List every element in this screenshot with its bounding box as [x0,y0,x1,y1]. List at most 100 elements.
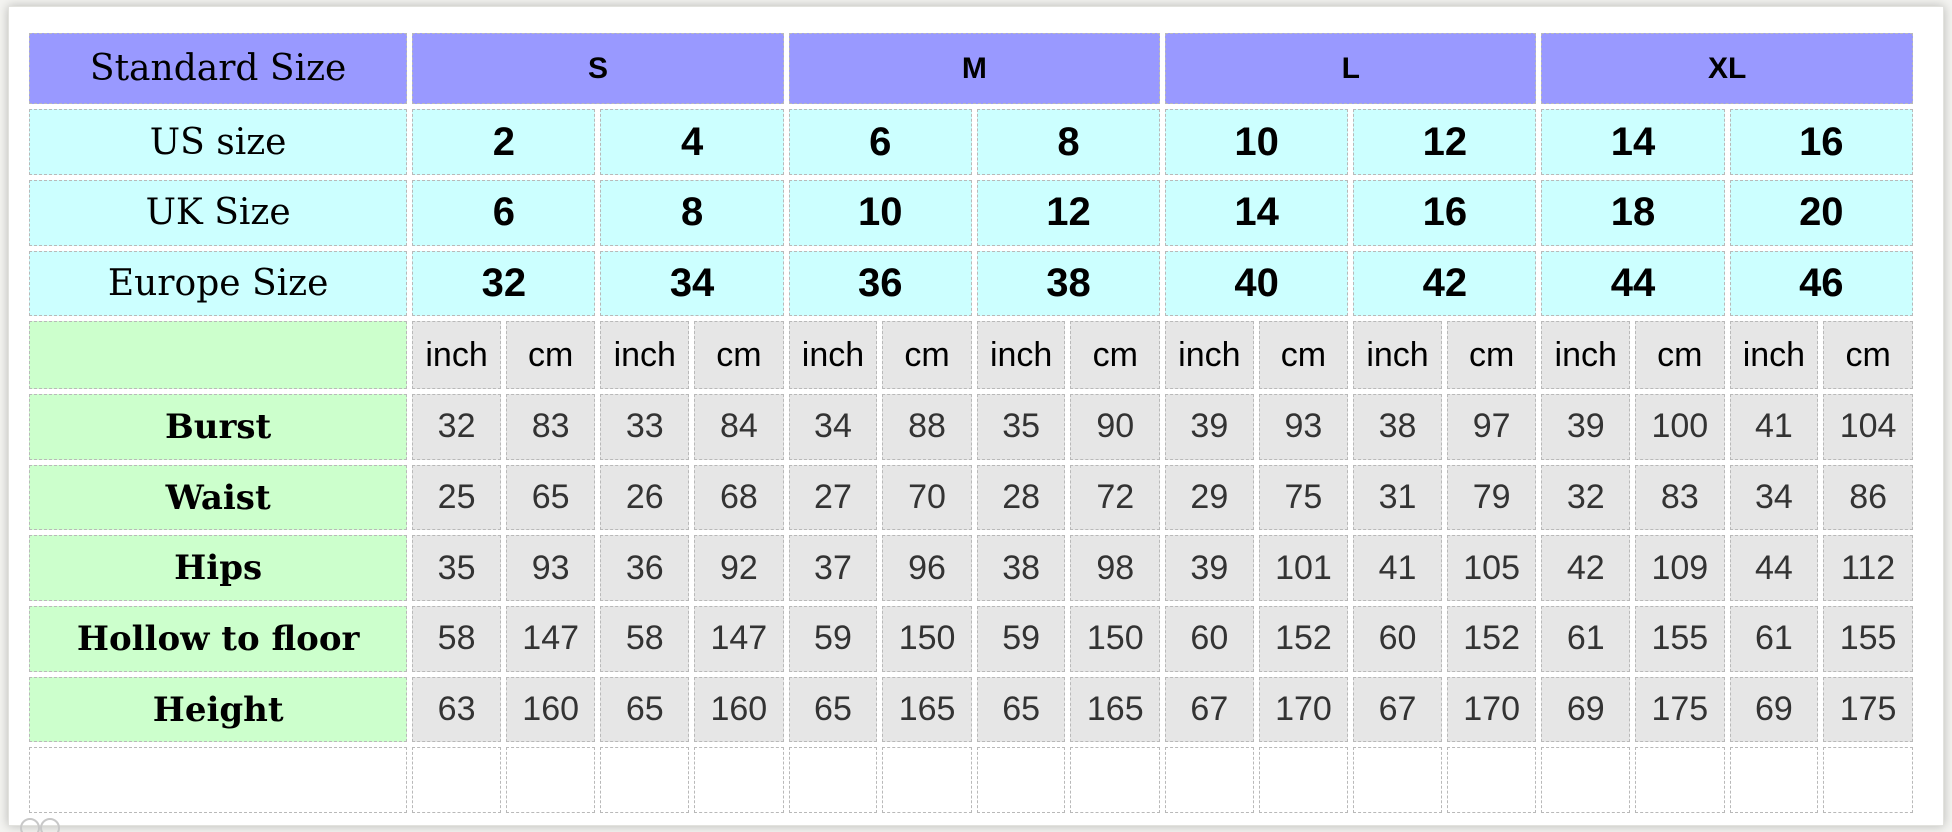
measurement-value-cell: 100 [1635,394,1725,460]
size-value-cell: 40 [1165,250,1349,317]
measurement-value-cell: 84 [694,394,784,460]
size-value-cell: 18 [1541,179,1725,246]
unit-inch-cell: inch [1353,321,1442,390]
measurement-value-cell: 59 [788,606,878,672]
measurement-value-cell: 35 [976,394,1066,460]
size-value-cell: 6 [412,179,596,246]
measurement-value-cell: 147 [694,606,784,672]
unit-row: inch cm inch cm inch cm inch cm inch cm inch cm inch… [29,321,1913,390]
measurement-value-cell: 31 [1353,464,1442,531]
size-chart-table: Standard Size S M L XL US size 2 4 6 8 10 12 14… [24,28,1918,818]
measurement-label: Hollow to floor [29,606,408,672]
unit-inch-cell: inch [1729,321,1819,390]
measurement-value-cell: 160 [505,676,596,743]
blank-cell [1446,747,1537,813]
size-value-cell: 42 [1353,250,1537,317]
measurement-value-cell: 83 [505,394,596,460]
measurement-value-cell: 170 [1258,676,1349,743]
unit-cm-cell: cm [1446,321,1537,390]
measurement-value-cell: 88 [882,394,972,460]
size-value-cell: 44 [1541,250,1725,317]
measurement-value-cell: 105 [1446,535,1537,602]
measurement-value-cell: 152 [1258,606,1349,672]
measurement-label: Waist [29,464,408,531]
standard-size-row: Standard Size S M L XL [29,33,1913,105]
measurement-value-cell: 150 [882,606,972,672]
unit-row-blank-label [29,321,408,390]
measurement-value-cell: 60 [1165,606,1254,672]
measurement-value-cell: 155 [1635,606,1725,672]
measurement-value-cell: 69 [1541,676,1631,743]
measurement-value-cell: 42 [1541,535,1631,602]
measurement-value-cell: 170 [1446,676,1537,743]
measurement-value-cell: 147 [505,606,596,672]
blank-cell [694,747,784,813]
size-chart-body: Standard Size S M L XL US size 2 4 6 8 10 12 14… [29,33,1913,813]
unit-inch-cell: inch [788,321,878,390]
unit-inch-cell: inch [1165,321,1254,390]
blank-cell [1258,747,1349,813]
measurement-value-cell: 72 [1070,464,1161,531]
measurement-value-cell: 35 [412,535,501,602]
unit-inch-cell: inch [412,321,501,390]
blank-cell [600,747,690,813]
measurement-value-cell: 67 [1353,676,1442,743]
measurement-value-cell: 67 [1165,676,1254,743]
measurement-value-cell: 86 [1823,464,1913,531]
measurement-value-cell: 92 [694,535,784,602]
measurement-row: Waist 25 65 26 68 27 70 28 72 29 75 31 79 32 83 34 86 [29,464,1913,531]
decorative-circles-icon [20,818,60,832]
blank-cell [505,747,596,813]
measurement-value-cell: 38 [1353,394,1442,460]
measurement-value-cell: 61 [1541,606,1631,672]
measurement-value-cell: 104 [1823,394,1913,460]
measurement-value-cell: 41 [1353,535,1442,602]
measurement-value-cell: 34 [788,394,878,460]
blank-cell [882,747,972,813]
blank-label-cell [29,747,408,813]
measurement-value-cell: 36 [600,535,690,602]
size-value-cell: 34 [600,250,784,317]
measurement-value-cell: 38 [976,535,1066,602]
conversion-label: US size [29,109,408,175]
measurement-value-cell: 160 [694,676,784,743]
measurement-value-cell: 25 [412,464,501,531]
measurement-value-cell: 175 [1823,676,1913,743]
measurement-value-cell: 152 [1446,606,1537,672]
measurement-value-cell: 44 [1729,535,1819,602]
blank-cell [1165,747,1254,813]
measurement-value-cell: 109 [1635,535,1725,602]
size-value-cell: 12 [1353,109,1537,175]
measurement-value-cell: 96 [882,535,972,602]
size-value-cell: 4 [600,109,784,175]
measurement-label: Hips [29,535,408,602]
measurement-value-cell: 39 [1165,535,1254,602]
blank-cell [788,747,878,813]
measurement-label: Burst [29,394,408,460]
measurement-value-cell: 90 [1070,394,1161,460]
measurement-label: Height [29,676,408,743]
measurement-value-cell: 34 [1729,464,1819,531]
blank-cell [1635,747,1725,813]
size-value-cell: 6 [788,109,972,175]
size-value-cell: 14 [1541,109,1725,175]
size-value-cell: 12 [976,179,1161,246]
measurement-value-cell: 39 [1165,394,1254,460]
measurement-row: Burst 32 83 33 84 34 88 35 90 39 93 38 97 39 100 41 104 [29,394,1913,460]
blank-cell [1353,747,1442,813]
blank-cell [412,747,501,813]
measurement-value-cell: 59 [976,606,1066,672]
measurement-value-cell: 61 [1729,606,1819,672]
blank-row [29,747,1913,813]
conversion-label: Europe Size [29,250,408,317]
measurement-value-cell: 65 [600,676,690,743]
measurement-value-cell: 112 [1823,535,1913,602]
measurement-value-cell: 33 [600,394,690,460]
measurement-value-cell: 27 [788,464,878,531]
blank-cell [976,747,1066,813]
measurement-value-cell: 68 [694,464,784,531]
size-value-cell: 14 [1165,179,1349,246]
blank-cell [1541,747,1631,813]
unit-cm-cell: cm [1258,321,1349,390]
measurement-value-cell: 175 [1635,676,1725,743]
